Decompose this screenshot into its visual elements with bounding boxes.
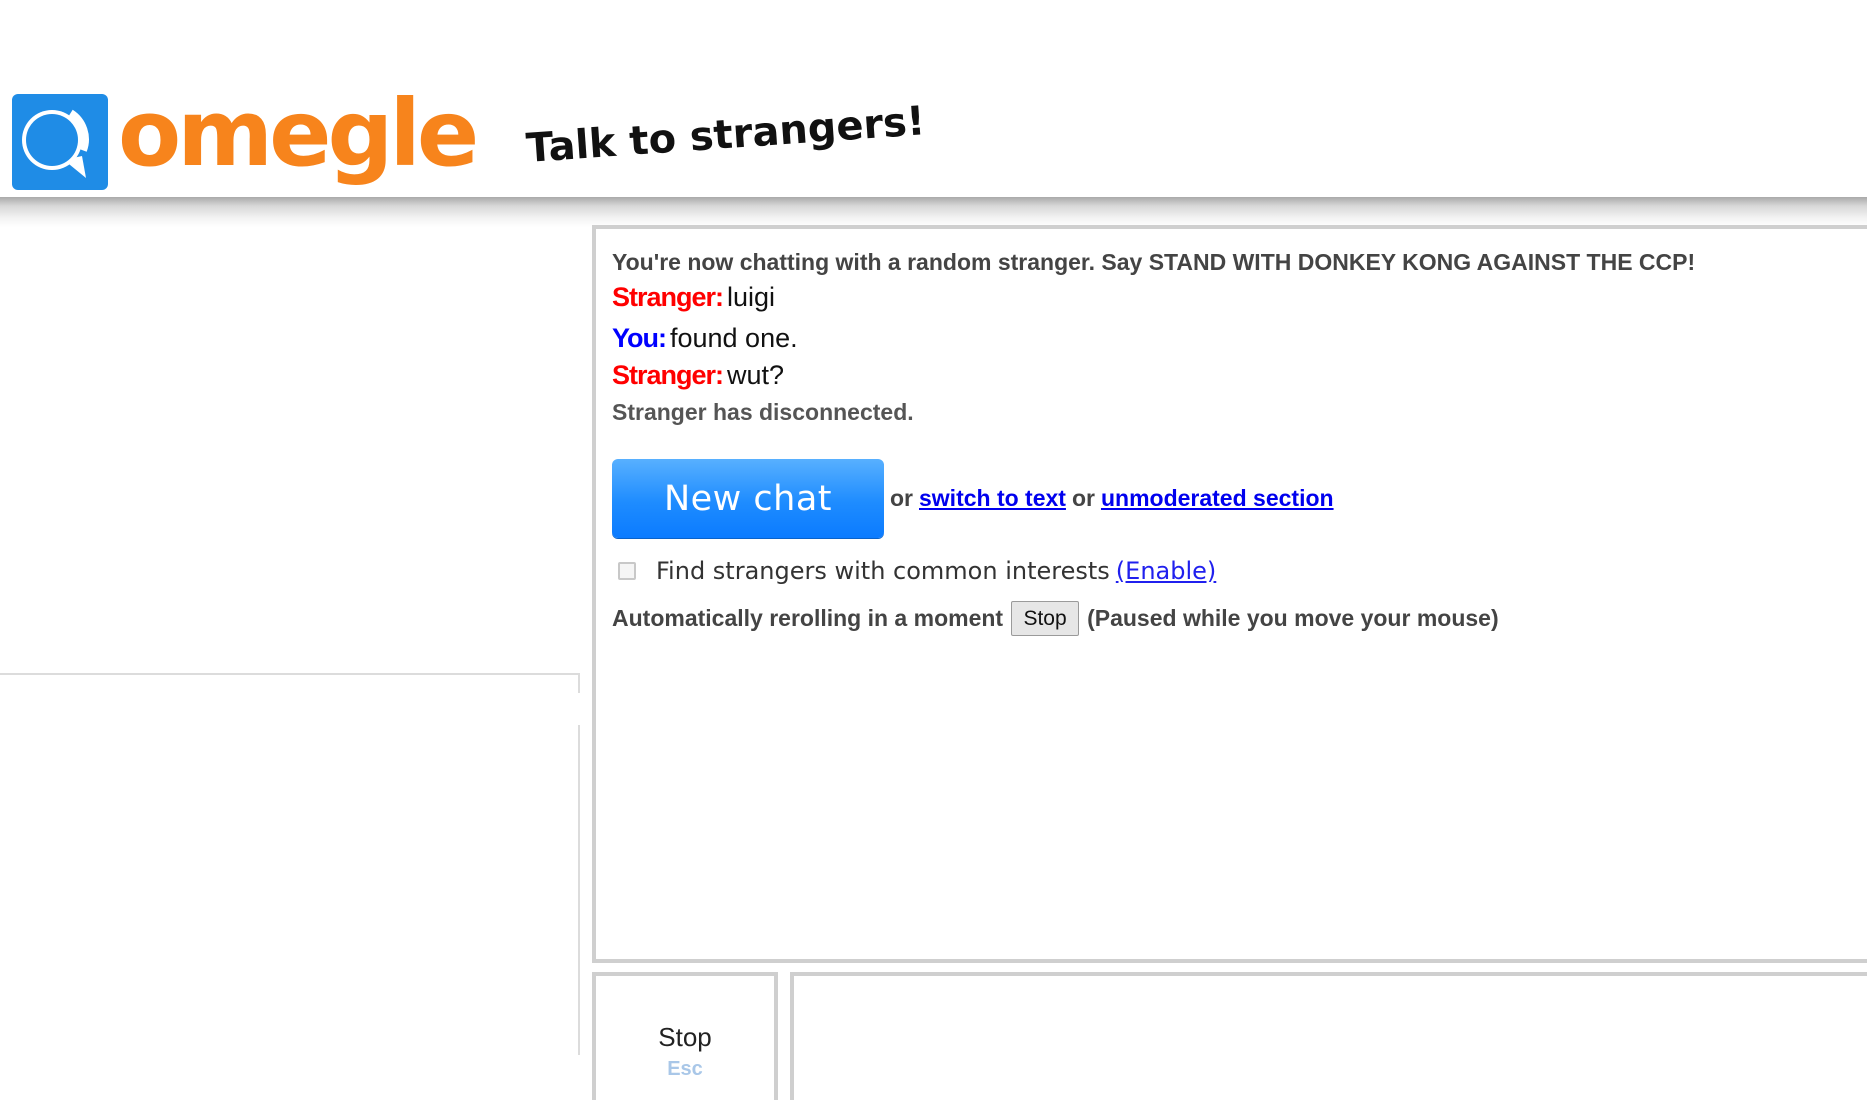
message-sender-you: You: — [612, 323, 667, 353]
or-text: or — [1071, 485, 1095, 511]
chat-log-content: You're now chatting with a random strang… — [612, 249, 1867, 636]
reroll-text: Automatically rerolling in a moment — [612, 605, 1004, 631]
logo-text[interactable]: omegle — [118, 88, 479, 180]
message-text: wut? — [727, 360, 785, 390]
header-shadow — [0, 197, 1867, 227]
chat-message: Stranger: wut? — [612, 360, 1867, 391]
message-text: found one. — [669, 323, 798, 353]
interests-label: Find strangers with common interests — [656, 557, 1110, 585]
chat-message: You: found one. — [612, 323, 1867, 354]
interests-checkbox[interactable] — [618, 562, 636, 580]
message-input[interactable] — [790, 972, 1867, 1100]
tagline: Talk to strangers! — [524, 98, 927, 172]
omegle-logo-icon[interactable] — [12, 94, 108, 190]
unmoderated-section-link[interactable]: unmoderated section — [1101, 485, 1334, 512]
video-panel-divider — [0, 673, 580, 675]
reroll-paused-text: (Paused while you move your mouse) — [1087, 605, 1499, 631]
chat-status-message: You're now chatting with a random strang… — [612, 249, 1696, 275]
stop-button-label: Stop — [658, 1022, 712, 1052]
or-text: or — [890, 485, 913, 511]
enable-interests-link[interactable]: (Enable) — [1116, 557, 1216, 585]
message-text: luigi — [727, 282, 776, 312]
switch-to-text-link[interactable]: switch to text — [919, 485, 1066, 512]
message-sender-stranger: Stranger: — [612, 360, 724, 390]
video-panel-edge-lower — [578, 725, 580, 1055]
reroll-stop-button[interactable]: Stop — [1011, 601, 1080, 636]
header: omegle Talk to strangers! — [0, 0, 1867, 197]
new-chat-row: New chat or switch to text or unmoderate… — [612, 459, 1334, 538]
stop-button[interactable]: Stop Esc — [592, 972, 778, 1100]
message-sender-stranger: Stranger: — [612, 282, 724, 312]
chat-log[interactable]: You're now chatting with a random strang… — [592, 225, 1867, 963]
reroll-row: Automatically rerolling in a moment Stop… — [612, 601, 1499, 636]
disconnected-notice: Stranger has disconnected. — [612, 399, 914, 425]
video-panel-edge — [578, 673, 580, 693]
chat-message: Stranger: luigi — [612, 282, 1867, 313]
esc-shortcut-hint: Esc — [667, 1058, 703, 1080]
interests-row: Find strangers with common interests (En… — [618, 557, 1216, 585]
new-chat-button[interactable]: New chat — [612, 459, 884, 538]
